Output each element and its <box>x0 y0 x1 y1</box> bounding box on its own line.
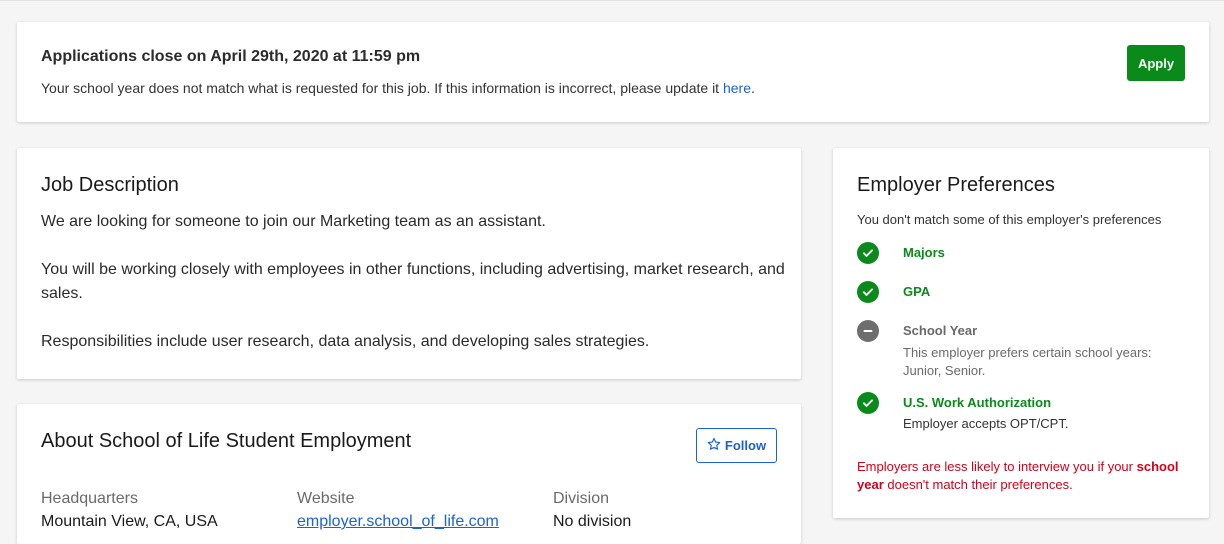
job-description-paragraph: We are looking for someone to join our M… <box>41 213 546 230</box>
about-employer-title: About School of Life Student Employment <box>41 430 412 452</box>
top-divider <box>0 0 1224 1</box>
follow-label: Follow <box>724 438 767 453</box>
preference-gpa: GPA <box>903 284 931 299</box>
headquarters-value: Mountain View, CA, USA <box>41 513 218 530</box>
preferences-subtitle: You don't match some of this employer's … <box>857 212 1162 227</box>
notice-end: . <box>751 80 755 96</box>
school-year-detail: This employer prefers certain school yea… <box>903 345 1152 378</box>
job-description-card: Job Description We are looking for someo… <box>17 148 801 379</box>
preferences-warning: Employers are less likely to interview y… <box>857 458 1187 494</box>
job-description-paragraph: Responsibilities include user research, … <box>41 333 650 350</box>
minus-icon <box>857 320 879 342</box>
check-icon <box>857 392 879 414</box>
update-here-link[interactable]: here <box>723 80 751 96</box>
notice-text: Your school year does not match what is … <box>41 80 720 96</box>
employer-preferences-title: Employer Preferences <box>857 174 1055 196</box>
website-link[interactable]: employer.school_of_life.com <box>297 513 499 531</box>
deadline-title: Applications close on April 29th, 2020 a… <box>41 48 421 65</box>
check-icon <box>857 281 879 303</box>
about-employer-card: About School of Life Student Employment … <box>17 404 801 544</box>
job-description-paragraph: You will be working closely with employe… <box>41 261 785 302</box>
headquarters-label: Headquarters <box>41 490 138 507</box>
division-value: No division <box>553 513 632 530</box>
star-icon <box>707 437 721 454</box>
check-icon <box>857 242 879 264</box>
school-year-notice: Your school year does not match what is … <box>41 80 755 96</box>
work-authorization-detail: Employer accepts OPT/CPT. <box>903 416 1069 431</box>
apply-button[interactable]: Apply <box>1127 45 1185 81</box>
follow-button[interactable]: Follow <box>696 428 777 463</box>
application-deadline-card: Applications close on April 29th, 2020 a… <box>17 22 1209 122</box>
warning-text: Employers are less likely to interview y… <box>857 459 1133 474</box>
division-label: Division <box>553 490 610 507</box>
preference-majors: Majors <box>903 245 945 260</box>
preference-school-year: School Year <box>903 323 978 338</box>
preference-work-authorization: U.S. Work Authorization <box>903 395 1052 410</box>
employer-preferences-card: Employer Preferences You don't match som… <box>833 148 1209 518</box>
job-description-title: Job Description <box>41 174 179 196</box>
warning-text-end: doesn't match their preferences. <box>887 477 1073 492</box>
website-label: Website <box>297 490 355 507</box>
